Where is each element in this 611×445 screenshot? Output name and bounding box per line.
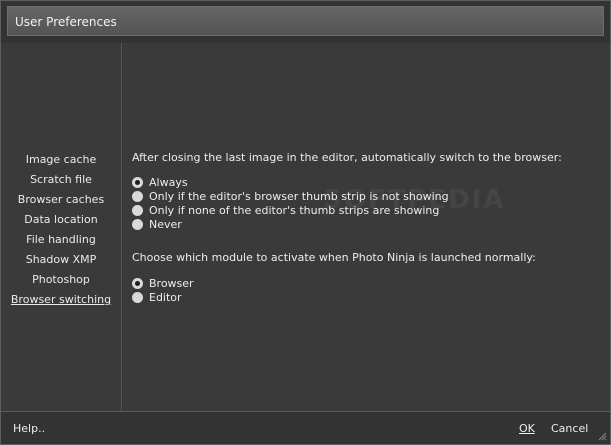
radio-button[interactable] [132,218,143,230]
radio-label: Never [149,217,182,231]
radio-button[interactable] [132,190,143,202]
sidebar-nav: Image cache Scratch file Browser caches … [1,150,121,310]
sidebar-item-browser-caches[interactable]: Browser caches [1,190,121,210]
radio-label: Browser [149,276,194,290]
launch-module-section: Choose which module to activate when Pho… [132,251,536,304]
sidebar: Image cache Scratch file Browser caches … [1,43,122,411]
sidebar-item-browser-switching[interactable]: Browser switching [1,290,121,310]
radio-option-browser[interactable]: Browser [132,276,536,290]
radio-label: Only if none of the editor's thumb strip… [149,203,440,217]
title-bar[interactable]: User Preferences [7,6,604,36]
radio-label: Always [149,175,188,189]
radio-button[interactable] [132,291,143,303]
radio-option-never[interactable]: Never [132,217,562,231]
radio-option-none-strips[interactable]: Only if none of the editor's thumb strip… [132,203,562,217]
sidebar-item-shadow-xmp[interactable]: Shadow XMP [1,250,121,270]
footer: Help.. OK Cancel [1,412,610,444]
switch-browser-question: After closing the last image in the edit… [132,151,562,164]
radio-button[interactable] [132,204,143,216]
preferences-window: User Preferences Image cache Scratch fil… [0,0,611,445]
sidebar-item-scratch-file[interactable]: Scratch file [1,170,121,190]
help-button[interactable]: Help.. [13,422,45,435]
content-panel: SOFTPEDIA After closing the last image i… [123,43,610,411]
radio-label: Only if the editor's browser thumb strip… [149,189,449,203]
sidebar-item-image-cache[interactable]: Image cache [1,150,121,170]
radio-label: Editor [149,290,182,304]
window-title: User Preferences [15,15,117,29]
switch-browser-section: After closing the last image in the edit… [132,151,562,231]
radio-option-always[interactable]: Always [132,175,562,189]
sidebar-item-data-location[interactable]: Data location [1,210,121,230]
launch-module-question: Choose which module to activate when Pho… [132,251,536,264]
sidebar-item-photoshop[interactable]: Photoshop [1,270,121,290]
radio-option-browser-strip[interactable]: Only if the editor's browser thumb strip… [132,189,562,203]
resize-grip-icon[interactable] [597,431,607,441]
radio-button-checked[interactable] [132,176,143,188]
radio-button-checked[interactable] [132,277,143,289]
cancel-button[interactable]: Cancel [551,422,588,435]
ok-button[interactable]: OK [519,422,535,435]
sidebar-item-file-handling[interactable]: File handling [1,230,121,250]
radio-option-editor[interactable]: Editor [132,290,536,304]
